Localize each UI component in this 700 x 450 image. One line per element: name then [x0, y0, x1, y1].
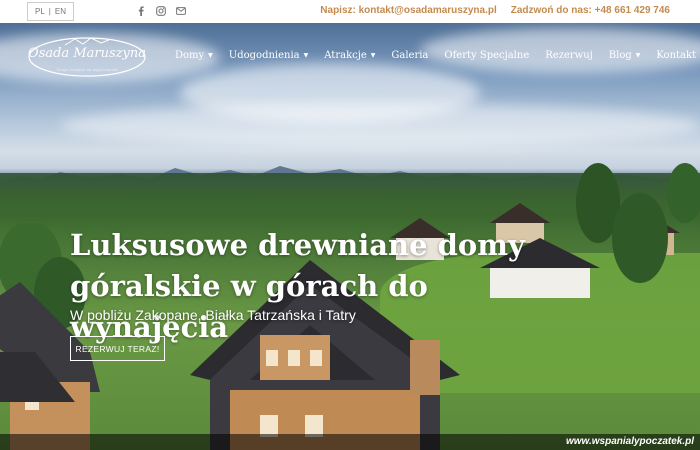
nav-item-blog[interactable]: Blog ▼: [609, 50, 641, 61]
chevron-down-icon: ▼: [635, 52, 641, 59]
trees: [576, 163, 700, 283]
chevron-down-icon: ▼: [208, 52, 213, 59]
watermark-text: www.wspanialypoczatek.pl: [566, 436, 694, 447]
top-bar: PL | EN Napisz: kontakt@osadamaruszyna.p…: [0, 0, 700, 23]
facebook-icon[interactable]: [136, 5, 146, 17]
contact-info: Napisz: kontakt@osadamaruszyna.pl Zadzwo…: [320, 5, 670, 16]
nav-label: Blog: [608, 50, 632, 61]
nav-item-domy[interactable]: Domy ▼: [175, 50, 213, 61]
cloud: [60, 103, 700, 148]
logo-tagline: Twoje miejsce na wypoczynek: [56, 67, 118, 72]
lang-en[interactable]: EN: [55, 7, 66, 16]
nav-item-oferty-specjalne[interactable]: Oferty Specjalne: [444, 50, 529, 61]
nav-label: Rezerwuj: [545, 50, 593, 61]
lang-pl[interactable]: PL: [35, 7, 45, 16]
instagram-icon[interactable]: [156, 5, 166, 17]
nav-item-galeria[interactable]: Galeria: [391, 50, 428, 61]
nav-item-udogodnienia[interactable]: Udogodnienia ▼: [229, 50, 308, 61]
book-now-button[interactable]: REZERWUJ TERAZ!: [70, 336, 165, 361]
lang-separator: |: [48, 7, 51, 16]
nav-label: Kontakt: [656, 50, 697, 61]
headline-line-1: Luksusowe drewniane domy: [70, 228, 525, 262]
chevron-down-icon: ▼: [303, 52, 309, 59]
site-logo[interactable]: Osada Maruszyna Twoje miejsce na wypoczy…: [27, 35, 147, 79]
nav-label: Oferty Specjalne: [444, 50, 530, 61]
chevron-down-icon: ▼: [370, 52, 376, 59]
main-navigation: Domy ▼ Udogodnienia ▼ Atrakcje ▼ Galeria Of…: [175, 50, 700, 61]
nav-label: Atrakcje: [324, 50, 367, 61]
hero-headline: Luksusowe drewniane domy góralskie w gór…: [70, 225, 570, 348]
nav-item-rezerwuj[interactable]: Rezerwuj: [545, 50, 593, 61]
nav-item-kontakt[interactable]: Kontakt▼: [656, 50, 700, 61]
language-switcher[interactable]: PL | EN: [27, 2, 74, 21]
hero-subline: W pobliżu Zakopane, Białka Tatrzańska i …: [70, 307, 356, 323]
phone-link[interactable]: Zadzwoń do nas: +48 661 429 746: [511, 5, 670, 16]
nav-label: Galeria: [391, 50, 429, 61]
social-links: [136, 5, 186, 17]
nav-label: Domy: [175, 50, 205, 61]
email-link[interactable]: Napisz: kontakt@osadamaruszyna.pl: [320, 5, 496, 16]
logo-text: Osada Maruszyna: [28, 46, 146, 61]
nav-item-atrakcje[interactable]: Atrakcje ▼: [324, 50, 375, 61]
mail-icon[interactable]: [176, 5, 186, 17]
nav-label: Udogodnienia: [228, 50, 300, 61]
